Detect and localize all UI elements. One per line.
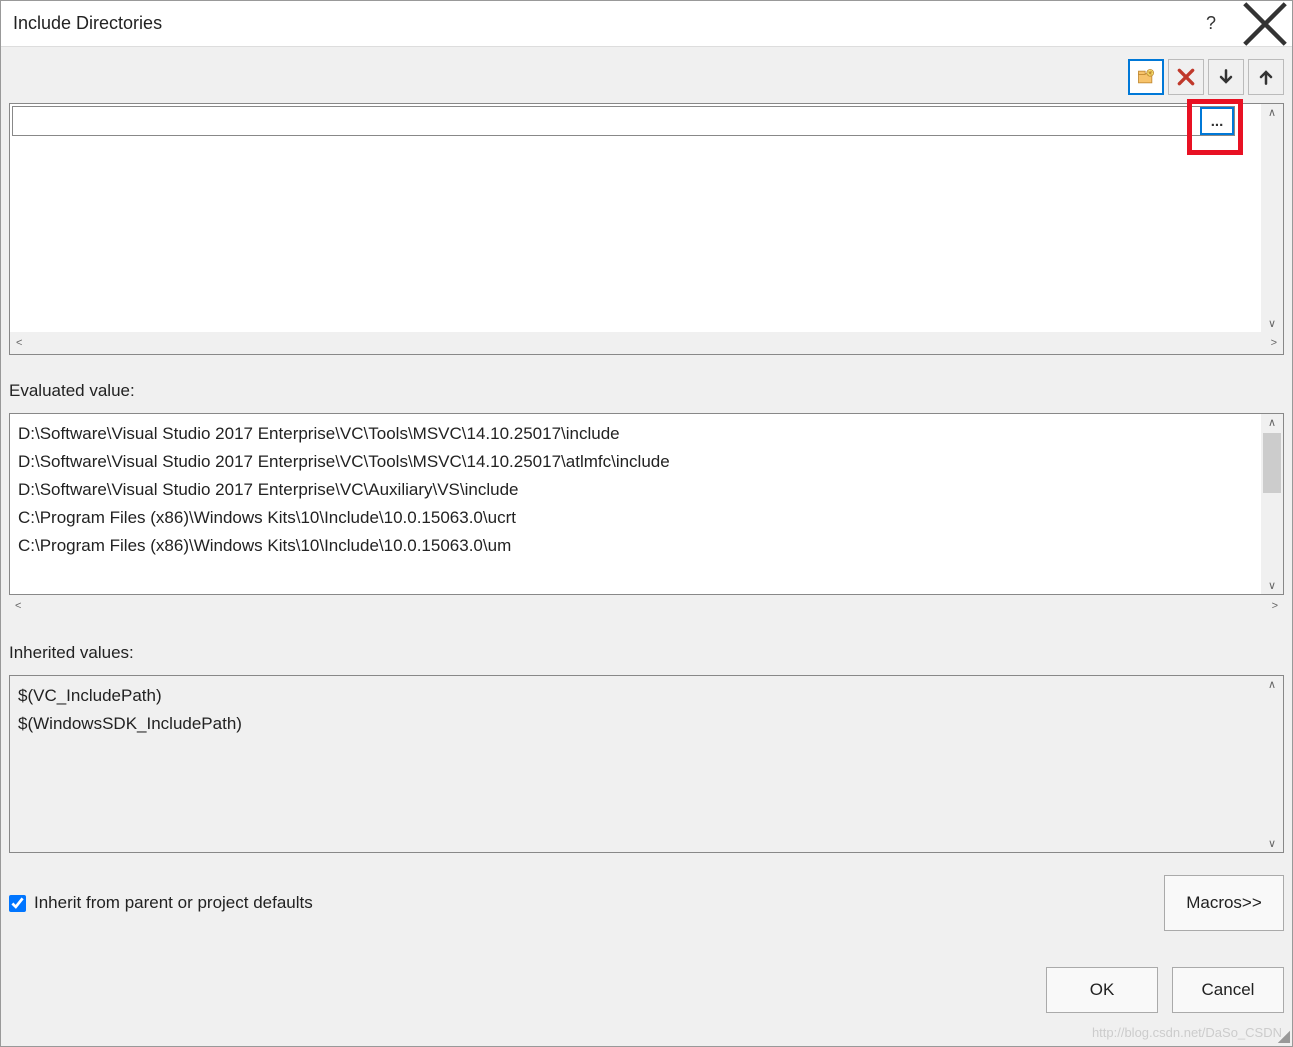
inherit-checkbox[interactable] [9,895,26,912]
inherit-checkbox-label: Inherit from parent or project defaults [34,893,313,913]
horizontal-scrollbar[interactable]: < > [9,595,1284,617]
scroll-down-icon: ∨ [1261,835,1283,852]
inherited-line: $(WindowsSDK_IncludePath) [18,710,1253,738]
move-up-button[interactable] [1248,59,1284,95]
evaluated-line: D:\Software\Visual Studio 2017 Enterpris… [18,476,1253,504]
scroll-up-icon: ∧ [1261,676,1283,693]
scroll-right-icon: > [1269,335,1279,351]
evaluated-line: C:\Program Files (x86)\Windows Kits\10\I… [18,532,1253,560]
inherited-line: $(VC_IncludePath) [18,682,1253,710]
vertical-scrollbar[interactable]: ∧ ∨ [1261,104,1283,332]
path-input[interactable] [13,107,1200,135]
footer-row: Inherit from parent or project defaults … [9,875,1284,931]
arrow-down-icon [1216,67,1236,87]
scroll-left-icon: < [14,335,24,351]
cancel-button-label: Cancel [1202,980,1255,1000]
scroll-up-icon: ∧ [1261,104,1283,121]
evaluated-line: C:\Program Files (x86)\Windows Kits\10\I… [18,504,1253,532]
vertical-scrollbar[interactable]: ∧ ∨ [1261,414,1283,594]
inherited-lines: $(VC_IncludePath) $(WindowsSDK_IncludePa… [10,676,1261,852]
close-button[interactable] [1238,1,1292,47]
editor-row: ... [12,106,1235,136]
scroll-left-icon: < [13,598,23,614]
cancel-button[interactable]: Cancel [1172,967,1284,1013]
dialog-buttons: OK Cancel [9,967,1284,1013]
titlebar: Include Directories ? [1,1,1292,47]
evaluated-lines: D:\Software\Visual Studio 2017 Enterpris… [10,414,1261,594]
scroll-up-icon: ∧ [1261,414,1283,431]
move-down-button[interactable] [1208,59,1244,95]
watermark-text: http://blog.csdn.net/DaSo_CSDN [1092,1025,1282,1040]
scroll-down-icon: ∨ [1261,315,1283,332]
ellipsis-icon: ... [1211,113,1224,130]
help-button[interactable]: ? [1184,1,1238,47]
editor-body: ... ∧ ∨ [10,104,1283,332]
delete-x-icon [1176,67,1196,87]
evaluated-value-box: D:\Software\Visual Studio 2017 Enterpris… [9,413,1284,595]
inherited-label: Inherited values: [9,643,1284,663]
evaluated-line: D:\Software\Visual Studio 2017 Enterpris… [18,448,1253,476]
ok-button-label: OK [1090,980,1115,1000]
dialog-content: ... ∧ ∨ < > Evaluated value: D:\Soft [1,47,1292,1046]
arrow-up-icon [1256,67,1276,87]
evaluated-label: Evaluated value: [9,381,1284,401]
inherited-values-box: $(VC_IncludePath) $(WindowsSDK_IncludePa… [9,675,1284,853]
dialog-title: Include Directories [13,13,1184,34]
scroll-down-icon: ∨ [1261,577,1283,594]
macros-button[interactable]: Macros>> [1164,875,1284,931]
toolbar [9,55,1284,95]
new-line-button[interactable] [1128,59,1164,95]
include-directories-dialog: Include Directories ? [0,0,1293,1047]
vertical-scrollbar[interactable]: ∧ ∨ [1261,676,1283,852]
scroll-right-icon: > [1270,598,1280,614]
browse-button[interactable]: ... [1200,107,1234,135]
scrollbar-thumb[interactable] [1263,433,1281,493]
delete-button[interactable] [1168,59,1204,95]
new-folder-icon [1136,67,1156,87]
evaluated-line: D:\Software\Visual Studio 2017 Enterpris… [18,420,1253,448]
ok-button[interactable]: OK [1046,967,1158,1013]
macros-button-label: Macros>> [1186,893,1262,913]
horizontal-scrollbar[interactable]: < > [10,332,1283,354]
close-icon [1238,0,1292,51]
inherit-checkbox-wrap[interactable]: Inherit from parent or project defaults [9,893,1164,913]
resize-grip-icon[interactable]: ◢ [1272,1026,1290,1044]
paths-editor: ... ∧ ∨ < > [9,103,1284,355]
